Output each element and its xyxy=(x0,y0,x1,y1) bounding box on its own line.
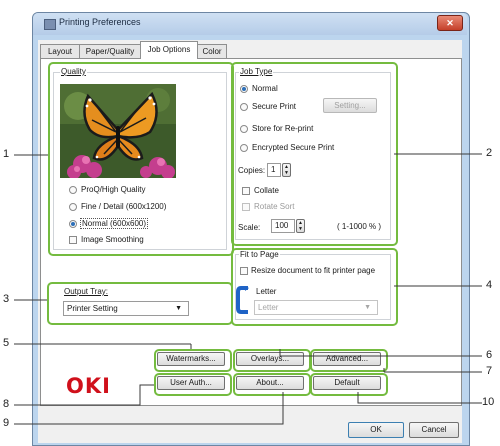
scale-label: Scale: xyxy=(238,223,261,232)
printer-icon xyxy=(44,19,56,30)
job-normal-radio[interactable] xyxy=(240,85,248,93)
ok-button[interactable]: OK xyxy=(348,422,404,438)
callout-1: 1 xyxy=(3,148,10,160)
quality-fine-radio[interactable] xyxy=(69,203,77,211)
fit-paper-value: Letter xyxy=(258,303,279,312)
watermarks-button[interactable]: Watermarks... xyxy=(157,352,225,366)
collate-checkbox[interactable] xyxy=(242,187,250,195)
job-encrypted-label: Encrypted Secure Print xyxy=(252,143,335,152)
chevron-down-icon: ▼ xyxy=(175,305,182,312)
quality-normal-label: Normal (600x600) xyxy=(80,218,149,229)
callout-10: 10 xyxy=(482,396,495,408)
job-type-group-label: Job Type xyxy=(239,67,274,76)
collate-label: Collate xyxy=(254,186,279,195)
overlays-button[interactable]: Overlays... xyxy=(236,352,304,366)
job-store-reprint-label: Store for Re-print xyxy=(252,124,314,133)
tab-job-options[interactable]: Job Options xyxy=(140,41,198,59)
callout-5: 5 xyxy=(3,337,10,349)
output-tray-select[interactable]: Printer Setting ▼ xyxy=(63,301,189,316)
default-button[interactable]: Default xyxy=(313,376,381,390)
tab-color[interactable]: Color xyxy=(197,44,227,58)
resize-document-checkbox[interactable] xyxy=(240,267,248,275)
advanced-button[interactable]: Advanced... xyxy=(313,352,381,366)
fit-paper-label: Letter xyxy=(256,287,277,296)
callout-3: 3 xyxy=(3,293,10,305)
quality-fine-label: Fine / Detail (600x1200) xyxy=(81,202,167,211)
job-store-reprint-radio[interactable] xyxy=(240,125,248,133)
setting-button[interactable]: Setting... xyxy=(323,98,377,113)
callout-6: 6 xyxy=(486,349,493,361)
callout-2: 2 xyxy=(486,147,493,159)
user-auth-button[interactable]: User Auth... xyxy=(157,376,225,390)
job-normal-label: Normal xyxy=(252,84,278,93)
chevron-down-icon: ▼ xyxy=(364,304,371,311)
job-secure-print-label: Secure Print xyxy=(252,102,297,111)
output-tray-value: Printer Setting xyxy=(67,304,118,313)
close-button[interactable]: ✕ xyxy=(437,15,463,31)
quality-group-label: Quality xyxy=(60,67,87,76)
copies-label: Copies: xyxy=(238,166,266,175)
about-button[interactable]: About... xyxy=(236,376,304,390)
quality-proq-radio[interactable] xyxy=(69,186,77,194)
callout-9: 9 xyxy=(3,417,10,429)
scale-input[interactable]: 100 xyxy=(271,219,295,233)
quality-normal-radio[interactable] xyxy=(69,220,77,228)
quality-proq-label: ProQ/High Quality xyxy=(81,185,146,194)
scale-range-label: ( 1-1000 % ) xyxy=(337,222,382,231)
callout-4: 4 xyxy=(486,279,493,291)
window-title: Printing Preferences xyxy=(59,17,141,27)
job-secure-print-radio[interactable] xyxy=(240,103,248,111)
fit-paper-select[interactable]: Letter ▼ xyxy=(254,300,378,315)
copies-input[interactable]: 1 xyxy=(267,163,281,177)
rotate-sort-label: Rotate Sort xyxy=(254,202,295,211)
image-smoothing-checkbox[interactable] xyxy=(69,236,77,244)
image-smoothing-label: Image Smoothing xyxy=(81,235,144,244)
tab-layout[interactable]: Layout xyxy=(40,44,80,58)
fit-to-page-group-label: Fit to Page xyxy=(239,250,280,259)
cancel-button[interactable]: Cancel xyxy=(409,422,459,438)
job-encrypted-radio[interactable] xyxy=(240,144,248,152)
butterfly-preview-image xyxy=(60,84,176,178)
callout-7: 7 xyxy=(486,365,493,377)
output-tray-label: Output Tray: xyxy=(64,287,109,296)
copies-spinner[interactable]: ▲ ▼ xyxy=(282,163,291,177)
tab-paper-quality[interactable]: Paper/Quality xyxy=(79,44,141,58)
page-orientation-icon xyxy=(236,286,250,314)
scale-spinner[interactable]: ▲ ▼ xyxy=(296,219,305,233)
rotate-sort-checkbox[interactable] xyxy=(242,203,250,211)
oki-logo: OKI xyxy=(66,374,111,398)
resize-document-label: Resize document to fit printer page xyxy=(251,266,376,275)
callout-8: 8 xyxy=(3,398,10,410)
